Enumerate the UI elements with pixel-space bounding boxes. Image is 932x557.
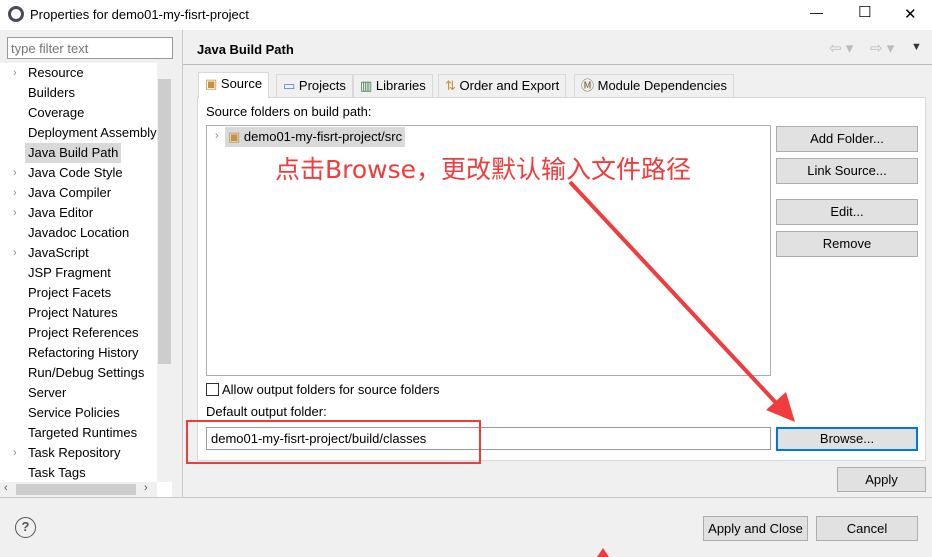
footer-separator (0, 497, 932, 498)
cancel-button[interactable]: Cancel (816, 516, 918, 541)
apply-button[interactable]: Apply (837, 467, 926, 492)
apply-and-close-button[interactable]: Apply and Close (703, 516, 808, 541)
annotation-arrow (568, 180, 795, 557)
help-icon[interactable]: ? (15, 517, 36, 538)
